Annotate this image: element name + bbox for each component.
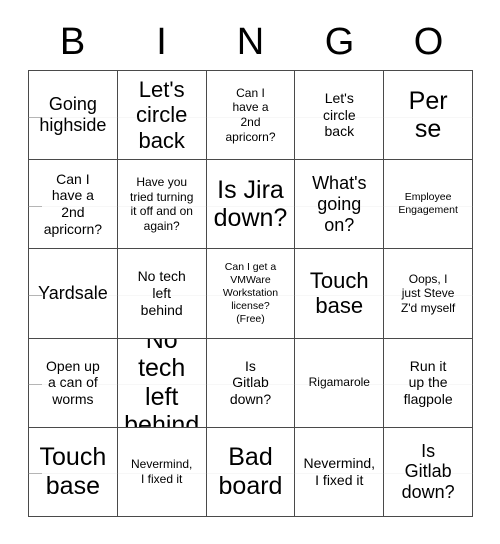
bingo-cell[interactable]: Nevermind, I fixed it <box>117 427 207 517</box>
bingo-card: B I N G O Going highside Let's circle bac… <box>0 0 500 544</box>
bingo-cell-label: Run it up the flagpole <box>403 357 453 408</box>
bingo-grid: Going highside Let's circle back Can I hav… <box>28 70 473 517</box>
bingo-cell[interactable]: Touch base <box>295 249 385 339</box>
bingo-cell[interactable]: No tech left behind <box>117 249 207 339</box>
bingo-header: B I N G O <box>28 16 473 68</box>
bingo-cell[interactable]: Run it up the flagpole <box>384 338 473 428</box>
bingo-header-letter-n: N <box>236 21 265 63</box>
bingo-cell-label: No tech left behind <box>137 268 186 318</box>
bingo-cell-label: Is Jira down? <box>213 175 288 233</box>
bingo-cell[interactable]: Is Gitlab down? <box>206 338 296 428</box>
bingo-cell-label: Let's circle back <box>136 77 188 153</box>
bingo-cell[interactable]: Is Jira down? <box>206 160 296 250</box>
bingo-cell[interactable]: Touch base <box>29 427 118 517</box>
bingo-header-letter-i: I <box>156 21 167 63</box>
bingo-cell[interactable]: Employee Engagement <box>384 160 473 250</box>
bingo-cell[interactable]: Can I get a VMWare Workstation license? … <box>206 249 296 339</box>
bingo-cell[interactable]: Have you tried turning it off and on aga… <box>117 160 207 250</box>
bingo-cell-label: Bad board <box>218 443 283 500</box>
bingo-cell-label: What's going on? <box>312 172 367 235</box>
bingo-cell-label: Can I get a VMWare Workstation license? … <box>222 260 279 326</box>
bingo-cell-label: Going highside <box>39 94 107 136</box>
bingo-cell[interactable]: Is Gitlab down? <box>384 427 473 517</box>
bingo-cell[interactable]: Per se <box>384 71 473 161</box>
bingo-cell[interactable]: Yardsale <box>29 249 118 339</box>
bingo-cell[interactable]: Can I have a 2nd apricorn? <box>29 160 118 250</box>
bingo-cell[interactable]: Rigamarole <box>295 338 385 428</box>
bingo-cell[interactable]: Let's circle back <box>117 71 207 161</box>
bingo-cell-label: Employee Engagement <box>398 191 458 217</box>
bingo-cell-label: Can I have a 2nd apricorn? <box>43 170 103 238</box>
bingo-header-letter-b: B <box>59 21 86 63</box>
bingo-cell-label: Is Gitlab down? <box>229 357 272 408</box>
bingo-cell-label: Per se <box>408 86 448 144</box>
bingo-cell-label: Can I have a 2nd apricorn? <box>225 85 276 144</box>
bingo-cell-label: Rigamarole <box>308 375 370 390</box>
bingo-cell-label: Yardsale <box>38 283 108 304</box>
bingo-cell-label: Touch base <box>309 268 369 319</box>
bingo-cell-label: Oops, I just Steve Z'd myself <box>400 271 456 315</box>
bingo-header-letter-g: G <box>324 21 355 63</box>
bingo-cell[interactable]: No tech left behind <box>117 338 207 428</box>
bingo-cell-label: Nevermind, I fixed it <box>303 455 376 488</box>
bingo-cell-label: Have you tried turning it off and on aga… <box>130 175 194 233</box>
bingo-cell-label: Let's circle back <box>322 89 356 140</box>
bingo-cell-label: Touch base <box>39 443 107 500</box>
bingo-cell[interactable]: Can I have a 2nd apricorn? <box>206 71 296 161</box>
bingo-cell-label: Nevermind, I fixed it <box>131 457 193 486</box>
bingo-cell[interactable]: Going highside <box>29 71 118 161</box>
bingo-header-letter-o: O <box>413 21 444 63</box>
bingo-cell[interactable]: What's going on? <box>295 160 385 250</box>
bingo-cell-label: No tech left behind <box>124 338 200 428</box>
bingo-cell-label: Open up a can of worms <box>46 357 100 408</box>
bingo-cell[interactable]: Let's circle back <box>295 71 385 161</box>
bingo-cell[interactable]: Bad board <box>206 427 296 517</box>
bingo-cell[interactable]: Oops, I just Steve Z'd myself <box>384 249 473 339</box>
bingo-cell[interactable]: Nevermind, I fixed it <box>295 427 385 517</box>
bingo-cell-label: Is Gitlab down? <box>401 440 455 503</box>
bingo-cell[interactable]: Open up a can of worms <box>29 338 118 428</box>
